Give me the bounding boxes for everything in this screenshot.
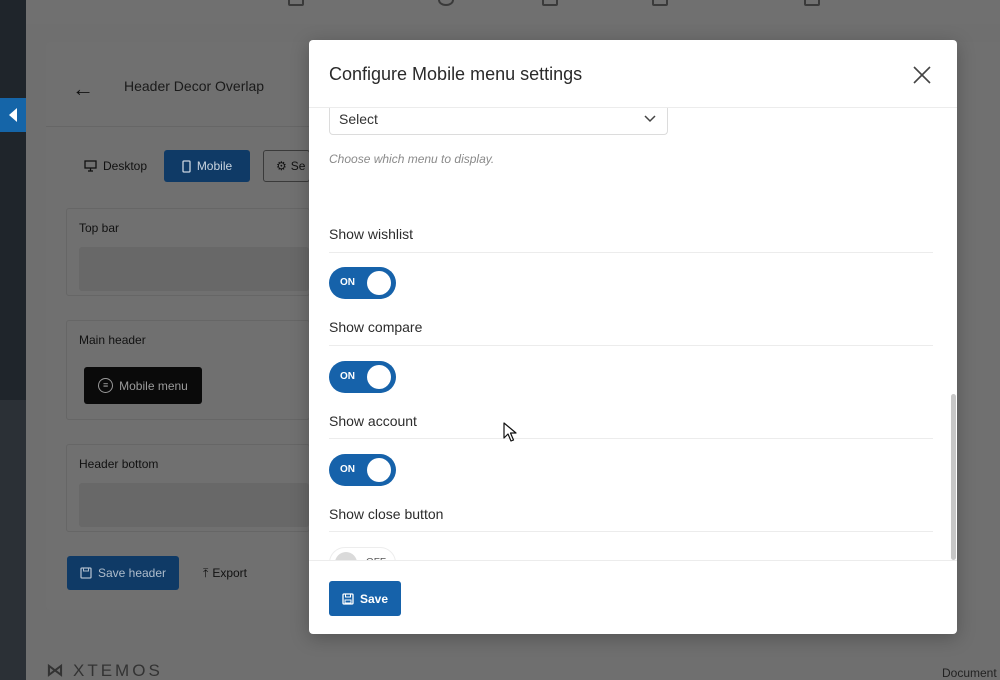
toggle-show-close-button[interactable]: OFF xyxy=(329,547,396,560)
mobile-menu-element[interactable]: ≡ Mobile menu xyxy=(84,367,202,404)
tab-settings-label: Se xyxy=(290,159,306,173)
toggle-show-wishlist[interactable]: ON xyxy=(329,267,396,299)
toolbar-icon[interactable] xyxy=(542,0,558,6)
tab-desktop-label: Desktop xyxy=(103,159,148,173)
export-button[interactable]: ⤒ Export xyxy=(203,556,247,590)
toggle-state: ON xyxy=(340,371,355,382)
save-header-label: Save header xyxy=(97,566,167,580)
drop-slot[interactable] xyxy=(79,247,309,291)
modal-scrollbar[interactable] xyxy=(951,394,956,560)
section-header-bottom-label: Header bottom xyxy=(79,457,159,471)
floppy-icon xyxy=(80,567,92,579)
modal-footer: Save xyxy=(309,560,957,634)
top-toolbar xyxy=(26,0,1000,24)
logo-text: XTEMOS xyxy=(73,660,163,680)
section-top-bar: Top bar xyxy=(66,208,310,296)
section-main-header-label: Main header xyxy=(79,333,146,347)
divider xyxy=(46,126,310,127)
section-top-bar-label: Top bar xyxy=(79,221,120,235)
divider xyxy=(329,345,933,346)
gear-icon: ⚙ xyxy=(276,159,287,173)
builder-panel-right-edge xyxy=(956,42,1000,610)
modal-header: Configure Mobile menu settings xyxy=(309,40,957,108)
menu-select-value: Select xyxy=(339,111,378,127)
toggle-state: ON xyxy=(340,277,355,288)
toolbar-icon[interactable] xyxy=(804,0,820,6)
section-header-bottom: Header bottom xyxy=(66,444,310,532)
mobile-menu-element-label: Mobile menu xyxy=(119,378,188,393)
floppy-icon xyxy=(342,592,354,605)
menu-icon: ≡ xyxy=(98,378,114,393)
toggle-knob xyxy=(335,552,357,560)
option-label-wishlist: Show wishlist xyxy=(329,226,414,242)
phone-icon xyxy=(182,159,191,173)
logo-mark-icon: ⋈ xyxy=(46,660,67,680)
save-header-button[interactable]: Save header xyxy=(67,556,179,590)
back-arrow-icon[interactable]: ← xyxy=(72,76,94,102)
option-label-compare: Show compare xyxy=(329,319,423,335)
toolbar-icon[interactable] xyxy=(652,0,668,6)
documentation-link[interactable]: Document xyxy=(942,666,997,680)
toggle-knob xyxy=(367,365,391,389)
upload-icon: ⤒ xyxy=(203,565,209,580)
divider xyxy=(329,252,933,253)
mouse-pointer-icon xyxy=(503,422,517,442)
monitor-icon xyxy=(84,160,97,172)
divider xyxy=(329,438,933,439)
toggle-state: ON xyxy=(340,464,355,475)
menu-select-help: Choose which menu to display. xyxy=(329,152,495,166)
tab-mobile[interactable]: Mobile xyxy=(164,150,250,182)
modal-title: Configure Mobile menu settings xyxy=(329,64,583,84)
sidebar-lower-panel xyxy=(0,400,26,680)
tab-mobile-label: Mobile xyxy=(196,159,233,173)
mobile-menu-settings-modal: Configure Mobile menu settings Select Ch… xyxy=(309,40,957,634)
toggle-knob xyxy=(367,458,391,482)
toggle-knob xyxy=(367,271,391,295)
save-button-label: Save xyxy=(359,591,389,606)
toolbar-icon[interactable] xyxy=(288,0,304,6)
header-name-title: Header Decor Overlap xyxy=(124,78,265,94)
tab-desktop[interactable]: Desktop xyxy=(76,150,154,182)
toolbar-icon[interactable] xyxy=(438,0,454,6)
option-label-close-button: Show close button xyxy=(329,506,444,522)
xtemos-logo: ⋈ XTEMOS xyxy=(46,660,163,680)
divider xyxy=(329,531,933,532)
close-icon[interactable] xyxy=(909,62,935,88)
chevron-down-icon xyxy=(644,115,656,123)
option-label-account: Show account xyxy=(329,413,417,429)
toggle-show-account[interactable]: ON xyxy=(329,454,396,486)
toggle-show-compare[interactable]: ON xyxy=(329,361,396,393)
tab-settings[interactable]: ⚙ Se xyxy=(263,150,310,182)
drop-slot[interactable] xyxy=(79,483,309,527)
modal-body: Select Choose which menu to display. Sho… xyxy=(309,108,957,560)
save-button[interactable]: Save xyxy=(329,581,401,616)
menu-select[interactable]: Select xyxy=(329,108,668,135)
export-label: Export xyxy=(212,566,247,580)
sidebar-toggle-tab[interactable] xyxy=(0,98,26,132)
